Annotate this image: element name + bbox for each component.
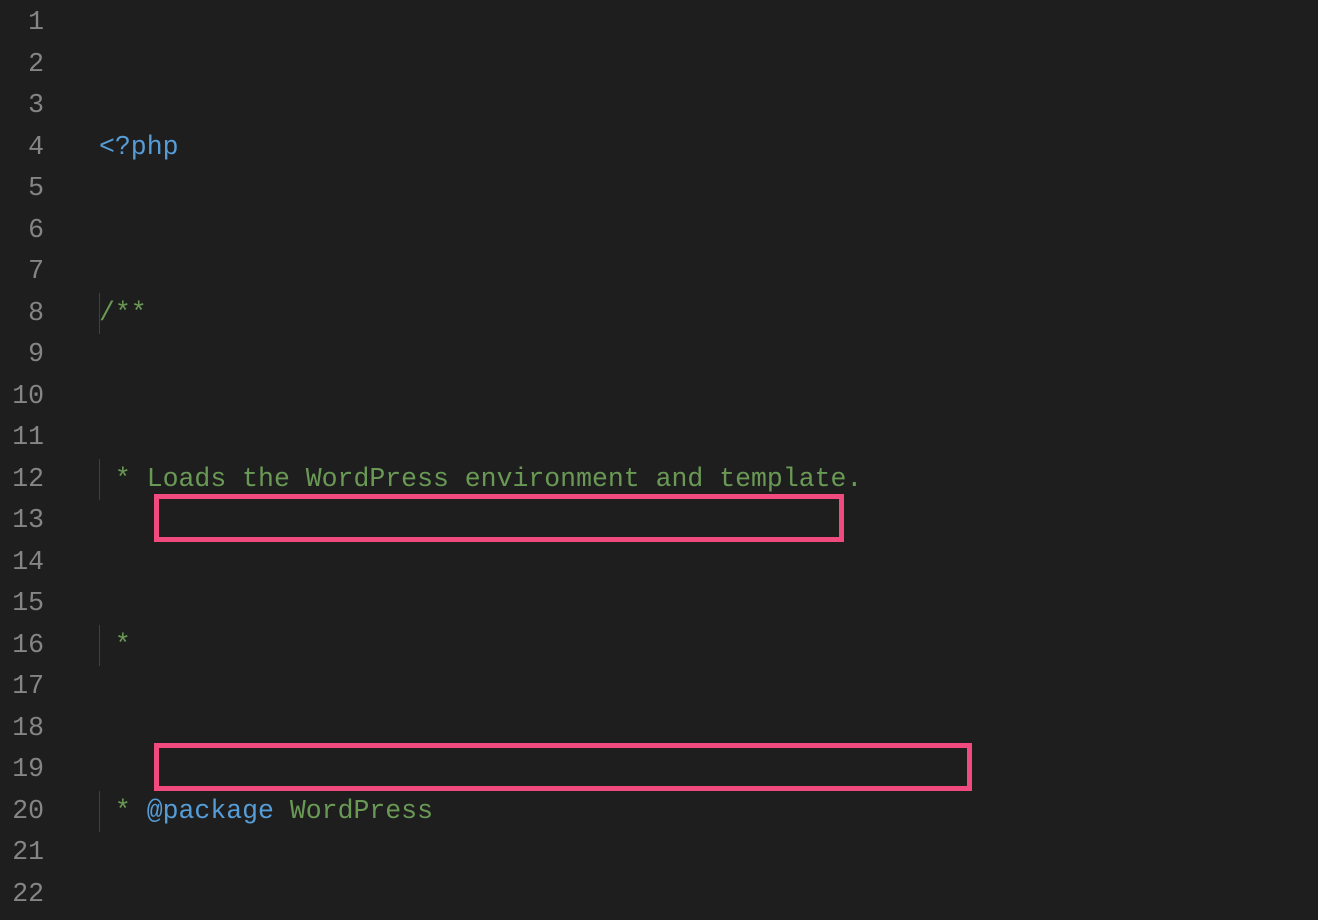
line-number: 1 xyxy=(0,2,44,44)
code-line[interactable]: * @package WordPress xyxy=(68,791,1318,833)
doc-pkg: WordPress xyxy=(274,796,433,826)
doc-star: * xyxy=(99,630,131,660)
line-number: 4 xyxy=(0,127,44,169)
code-line[interactable]: * Loads the WordPress environment and te… xyxy=(68,459,1318,501)
code-editor[interactable]: 1 2 3 4 5 6 7 8 9 10 11 12 13 14 15 16 1… xyxy=(0,0,1318,920)
doc-tag: @package xyxy=(147,796,274,826)
line-number: 10 xyxy=(0,376,44,418)
php-open-tag: <?php xyxy=(99,132,179,162)
line-number: 15 xyxy=(0,583,44,625)
line-number: 2 xyxy=(0,44,44,86)
line-number: 3 xyxy=(0,85,44,127)
code-area[interactable]: <?php /** * Loads the WordPress environm… xyxy=(68,0,1318,920)
line-number: 22 xyxy=(0,874,44,916)
line-gutter: 1 2 3 4 5 6 7 8 9 10 11 12 13 14 15 16 1… xyxy=(0,0,68,920)
code-line[interactable]: * xyxy=(68,625,1318,667)
doc-comment: /** xyxy=(99,298,147,328)
line-number: 18 xyxy=(0,708,44,750)
code-line[interactable]: <?php xyxy=(68,127,1318,169)
line-number: 20 xyxy=(0,791,44,833)
line-number: 9 xyxy=(0,334,44,376)
line-number: 21 xyxy=(0,832,44,874)
line-number: 8 xyxy=(0,293,44,335)
line-number: 7 xyxy=(0,251,44,293)
line-number: 6 xyxy=(0,210,44,252)
doc-star: * xyxy=(99,464,147,494)
line-number: 13 xyxy=(0,500,44,542)
line-number: 19 xyxy=(0,749,44,791)
doc-text: Loads the WordPress environment and temp… xyxy=(147,464,863,494)
line-number: 14 xyxy=(0,542,44,584)
line-number: 12 xyxy=(0,459,44,501)
annotation-highlight xyxy=(154,494,844,542)
doc-star: * xyxy=(99,796,147,826)
annotation-highlight xyxy=(154,743,972,791)
line-number: 17 xyxy=(0,666,44,708)
code-line[interactable]: /** xyxy=(68,293,1318,335)
line-number: 16 xyxy=(0,625,44,667)
line-number: 11 xyxy=(0,417,44,459)
line-number: 5 xyxy=(0,168,44,210)
